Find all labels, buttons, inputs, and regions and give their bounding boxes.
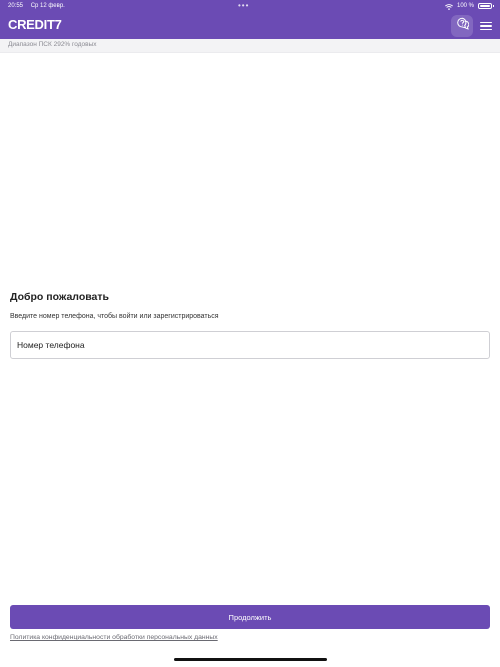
status-time: 20:55	[8, 3, 24, 9]
battery-icon	[478, 3, 494, 9]
psk-info-bar: Диапазон ПСК 292% годовых	[0, 39, 500, 53]
welcome-subtitle: Введите номер телефона, чтобы войти или …	[10, 313, 219, 320]
menu-button[interactable]	[475, 15, 497, 37]
menu-icon	[480, 21, 492, 31]
privacy-policy-link[interactable]: Политика конфиденциальности обработки пе…	[10, 634, 218, 641]
chat-icon	[456, 17, 469, 35]
welcome-title: Добро пожаловать	[10, 291, 109, 303]
status-left: 20:55 Ср 12 февр.	[8, 0, 71, 12]
phone-input[interactable]	[10, 331, 490, 359]
home-indicator[interactable]	[174, 658, 327, 661]
status-bar: 20:55 Ср 12 февр. ••• 100 %	[0, 0, 500, 12]
wifi-icon	[445, 3, 453, 10]
battery-fill	[480, 5, 490, 7]
app-bar: CREDIT7	[0, 12, 500, 39]
app-logo[interactable]: CREDIT7	[8, 17, 62, 32]
multitasking-dots-icon: •••	[238, 1, 250, 10]
battery-percent: 100 %	[456, 3, 474, 9]
chat-button[interactable]	[451, 15, 473, 37]
psk-info-text: Диапазон ПСК 292% годовых	[8, 41, 97, 48]
status-date: Ср 12 февр.	[30, 3, 65, 9]
continue-button[interactable]: Продолжить	[10, 605, 490, 629]
status-right: 100 %	[445, 0, 494, 12]
login-screen: 20:55 Ср 12 февр. ••• 100 % CREDIT7 Диап…	[0, 0, 500, 667]
